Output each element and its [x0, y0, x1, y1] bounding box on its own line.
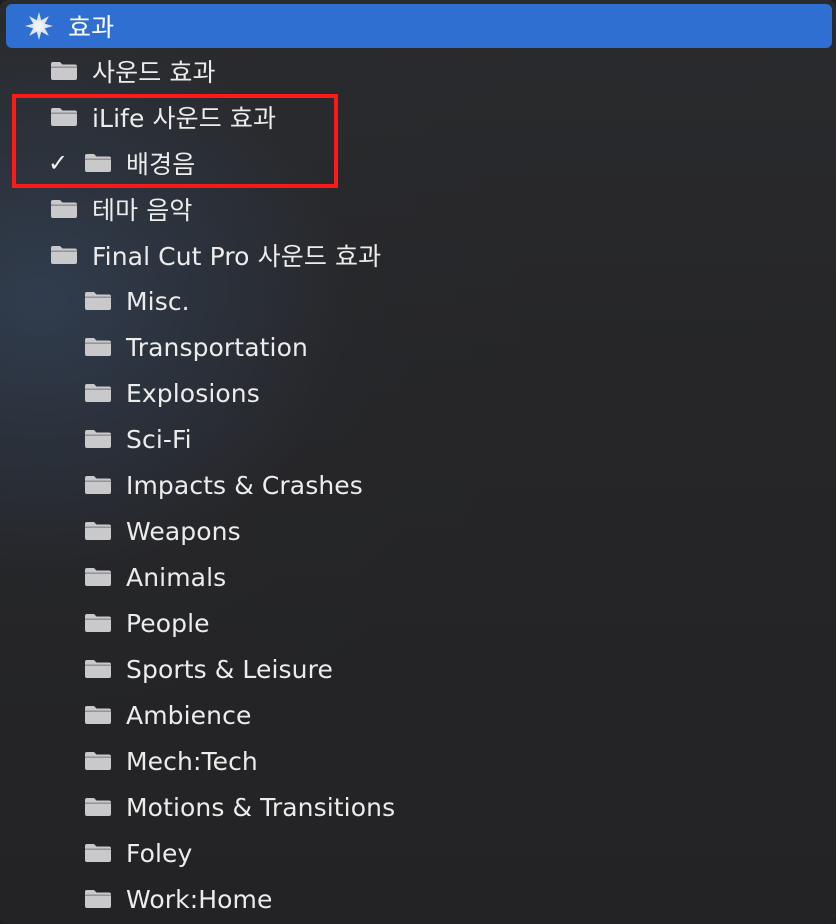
- submenu-item-foley[interactable]: Foley: [6, 830, 832, 876]
- submenu-item-sports-leisure[interactable]: Sports & Leisure: [6, 646, 832, 692]
- submenu-item-label: Explosions: [126, 378, 260, 408]
- folder-icon: [51, 200, 77, 218]
- folder-icon: [85, 890, 111, 908]
- folder-icon: [85, 154, 111, 172]
- menu-item-sound-effects[interactable]: 사운드 효과: [6, 48, 832, 94]
- submenu-item-label: Ambience: [126, 700, 252, 730]
- menu-item-label: iLife 사운드 효과: [92, 104, 277, 133]
- menu-item-theme-music[interactable]: 테마 음악: [6, 186, 832, 232]
- folder-icon: [85, 338, 111, 356]
- submenu-item-mech-tech[interactable]: Mech:Tech: [6, 738, 832, 784]
- folder-icon: [51, 62, 77, 80]
- submenu-item-label: Animals: [126, 562, 227, 592]
- folder-icon: [85, 752, 111, 770]
- folder-icon: [51, 246, 77, 264]
- menu-item-label: 테마 음악: [92, 196, 193, 225]
- submenu-item-people[interactable]: People: [6, 600, 832, 646]
- submenu-item-misc[interactable]: Misc.: [6, 278, 832, 324]
- folder-icon: [85, 568, 111, 586]
- sound-effects-menu: 효과 사운드 효과 iLife 사운드 효과 ✓ 배경음 테마 음악 Final…: [0, 0, 836, 924]
- folder-icon: [85, 384, 111, 402]
- menu-item-background-music[interactable]: ✓ 배경음: [6, 140, 832, 186]
- submenu-item-label: Transportation: [126, 332, 308, 362]
- folder-icon: [51, 108, 77, 126]
- folder-icon: [85, 292, 111, 310]
- submenu-item-weapons[interactable]: Weapons: [6, 508, 832, 554]
- submenu-item-label: Sports & Leisure: [126, 654, 333, 684]
- checkmark-icon: ✓: [48, 149, 69, 177]
- submenu-item-ambience[interactable]: Ambience: [6, 692, 832, 738]
- submenu-item-work-home[interactable]: Work:Home: [6, 876, 832, 922]
- submenu-item-label: Mech:Tech: [126, 746, 258, 776]
- submenu-item-motions-transitions[interactable]: Motions & Transitions: [6, 784, 832, 830]
- submenu-item-sci-fi[interactable]: Sci-Fi: [6, 416, 832, 462]
- submenu-item-label: Impacts & Crashes: [126, 470, 363, 500]
- submenu-item-impacts-crashes[interactable]: Impacts & Crashes: [6, 462, 832, 508]
- menu-item-label: Final Cut Pro 사운드 효과: [92, 242, 382, 271]
- folder-icon: [85, 614, 111, 632]
- submenu-item-label: Sci-Fi: [126, 424, 192, 454]
- menu-item-label: 사운드 효과: [92, 58, 216, 87]
- submenu-item-transportation[interactable]: Transportation: [6, 324, 832, 370]
- menu-item-label: 효과: [68, 13, 115, 42]
- folder-icon: [85, 522, 111, 540]
- starburst-icon: [25, 12, 53, 40]
- submenu-item-label: Misc.: [126, 286, 190, 316]
- folder-icon: [85, 476, 111, 494]
- submenu-item-animals[interactable]: Animals: [6, 554, 832, 600]
- folder-icon: [85, 660, 111, 678]
- menu-item-effects[interactable]: 효과: [6, 4, 832, 48]
- folder-icon: [85, 844, 111, 862]
- submenu-item-label: Weapons: [126, 516, 241, 546]
- menu-item-ilife-sound-effects[interactable]: iLife 사운드 효과: [6, 94, 832, 140]
- folder-icon: [85, 798, 111, 816]
- submenu-item-label: Foley: [126, 838, 193, 868]
- folder-icon: [85, 706, 111, 724]
- menu-item-label: 배경음: [126, 150, 196, 179]
- folder-icon: [85, 430, 111, 448]
- submenu-item-explosions[interactable]: Explosions: [6, 370, 832, 416]
- menu-item-final-cut-pro-sound-effects[interactable]: Final Cut Pro 사운드 효과: [6, 232, 832, 278]
- submenu-item-label: Motions & Transitions: [126, 792, 396, 822]
- submenu-item-label: People: [126, 608, 210, 638]
- submenu-item-label: Work:Home: [126, 884, 273, 914]
